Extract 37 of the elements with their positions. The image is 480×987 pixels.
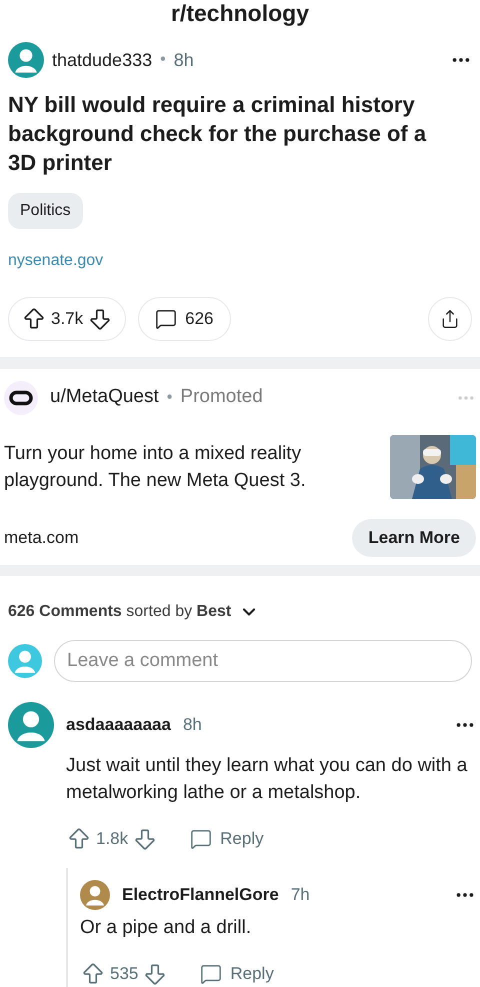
- comment-body: Or a pipe and a drill.: [80, 916, 252, 940]
- ad-text: Turn your home into a mixed reality playground. The new Meta Quest 3.: [4, 442, 307, 492]
- post-time: 8h: [174, 48, 194, 72]
- comment-body: Just wait until they learn what you can do with a metalworking lathe or a metalshop.: [66, 754, 468, 805]
- share-button[interactable]: [428, 297, 472, 341]
- vote-count: 535: [110, 963, 138, 986]
- vote-count: 3.7k: [51, 308, 84, 330]
- separator-dot: •: [166, 388, 172, 408]
- post-author[interactable]: thatdude333: [52, 46, 152, 74]
- user-avatar: [8, 644, 42, 678]
- share-icon: [440, 309, 460, 329]
- advertiser-name[interactable]: u/MetaQuest: [50, 383, 159, 412]
- post-title: NY bill would require a criminal history background check for the purchase of a 3D printer: [8, 91, 428, 177]
- reply-icon: [200, 963, 222, 985]
- user-avatar: [8, 702, 54, 748]
- reply-icon: [190, 828, 212, 850]
- comment-author[interactable]: asdaaaaaaaa: [66, 712, 171, 738]
- learn-more-button[interactable]: Learn More: [352, 518, 476, 556]
- separator-dot: •: [160, 50, 166, 70]
- comments-summary: 626 Comments sorted by Best: [8, 602, 232, 622]
- advertiser-logo-icon: [4, 380, 38, 414]
- promoted-label: Promoted: [180, 385, 263, 410]
- subreddit-title: r/technology: [170, 0, 310, 26]
- comment-author[interactable]: ElectroFlannelGore: [122, 882, 279, 908]
- comment-time: 7h: [290, 884, 310, 906]
- comment-time: 8h: [182, 714, 202, 736]
- vote-count: 1.8k: [96, 828, 128, 850]
- post-link[interactable]: nysenate.gov: [8, 249, 472, 273]
- user-avatar: [8, 42, 44, 78]
- reply-button[interactable]: Reply: [200, 961, 274, 987]
- comments-button[interactable]: 626: [138, 297, 231, 341]
- ad-link[interactable]: meta.com: [4, 524, 79, 550]
- reply-button[interactable]: Reply: [190, 826, 264, 852]
- flair-tag[interactable]: Politics: [8, 193, 83, 229]
- comment-icon: [155, 308, 178, 330]
- comment-field[interactable]: Leave a comment: [54, 640, 472, 682]
- user-avatar: [80, 880, 110, 910]
